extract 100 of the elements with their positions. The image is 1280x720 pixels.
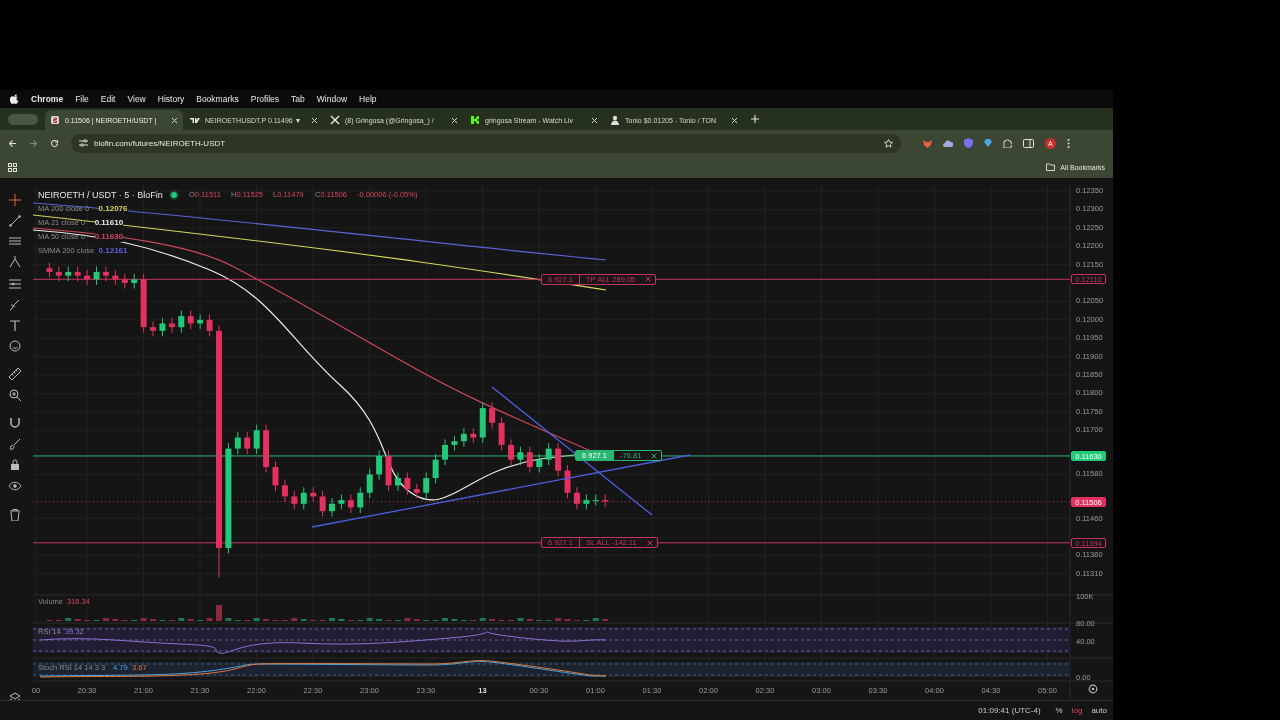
cloud-icon[interactable] (943, 139, 953, 147)
candle (234, 431, 241, 455)
candle (404, 472, 411, 496)
candle (206, 313, 213, 337)
smiley-icon[interactable] (9, 340, 21, 352)
candle (291, 490, 298, 510)
candle (244, 431, 251, 455)
lines-tool-icon[interactable] (9, 278, 21, 290)
candle (602, 494, 609, 508)
candle (564, 464, 571, 499)
line-tool-icon[interactable] (9, 215, 21, 227)
candle (338, 494, 345, 510)
menu-item[interactable]: History (157, 94, 185, 104)
candle (263, 424, 270, 473)
side-panel-icon[interactable] (1023, 138, 1034, 148)
close-icon[interactable] (651, 452, 658, 459)
apple-icon[interactable] (10, 94, 19, 104)
candle (121, 273, 128, 289)
candle (112, 269, 119, 286)
candle (102, 265, 109, 282)
shield-icon[interactable] (964, 138, 973, 148)
candle (140, 273, 147, 334)
candle (451, 435, 458, 451)
trash-icon[interactable] (9, 509, 21, 521)
candle (55, 265, 62, 282)
site-settings-icon[interactable] (79, 139, 88, 147)
ruler-icon[interactable] (9, 368, 21, 380)
clock-time: 01:09:41 (UTC-4) (978, 706, 1041, 715)
more-icon[interactable] (1067, 138, 1070, 148)
indicator-value: 0.11630 (94, 232, 124, 242)
candle (281, 479, 288, 503)
candle (479, 402, 486, 444)
lock-icon[interactable] (9, 459, 21, 471)
scale-option[interactable]: log (1071, 706, 1083, 715)
menu-item[interactable]: View (127, 94, 146, 104)
candle (74, 265, 81, 282)
fox-icon[interactable] (923, 138, 932, 148)
candle (394, 472, 401, 492)
app-menu[interactable]: Chrome (31, 94, 64, 104)
candle (84, 269, 91, 286)
candle (159, 317, 166, 337)
menu-item[interactable]: Edit (100, 94, 116, 104)
candle (366, 468, 373, 499)
candle (555, 442, 562, 477)
reload-icon[interactable] (50, 138, 59, 148)
diamond-icon[interactable] (984, 139, 992, 147)
square-logo-icon (50, 115, 60, 125)
menu-item[interactable]: Bookmarks (196, 94, 239, 104)
candle (300, 486, 307, 510)
candle (460, 427, 467, 448)
x-logo-icon (330, 115, 340, 125)
apps-grid-icon[interactable] (8, 162, 17, 172)
candle (413, 483, 420, 499)
candle (65, 265, 72, 282)
candle (347, 494, 354, 514)
back-arrow-icon[interactable] (8, 138, 17, 148)
menu-item[interactable]: Tab (291, 94, 305, 104)
candle (168, 317, 175, 334)
candle (517, 446, 524, 466)
candle (442, 438, 449, 466)
tv-logo-icon (190, 115, 200, 125)
figure-logo-icon (610, 115, 620, 125)
candle (470, 427, 477, 444)
pen-icon[interactable] (9, 299, 21, 311)
candle (376, 449, 383, 481)
candle (423, 472, 430, 499)
menu-item[interactable]: Help (359, 94, 377, 104)
zoom-icon[interactable] (9, 389, 21, 401)
menu-item[interactable]: Profiles (250, 94, 280, 104)
candle (187, 310, 194, 330)
candle (93, 265, 100, 286)
menu-item[interactable]: File (75, 94, 89, 104)
candle (489, 402, 496, 429)
settings-icon[interactable] (1088, 684, 1098, 694)
plus-icon[interactable] (751, 115, 759, 123)
brush-icon[interactable] (9, 438, 21, 450)
candle (46, 262, 53, 278)
menu-item[interactable]: Window (316, 94, 348, 104)
scale-option[interactable]: % (1055, 706, 1063, 715)
candle (432, 453, 439, 485)
address-field[interactable]: blofin.com/futures/NEIROETH-USDT (71, 133, 901, 153)
indicator-value: 0.12076 (98, 204, 128, 214)
folder-icon (1046, 163, 1056, 171)
symbol-title: NEIROETH / USDT · 5 · BloFin (38, 190, 163, 200)
indicator-value: 0.11610 (94, 218, 124, 228)
puzzle-icon[interactable] (1003, 138, 1012, 148)
candle (526, 446, 533, 473)
candle (385, 449, 392, 492)
candle (150, 321, 157, 337)
menu-icon[interactable] (9, 235, 21, 247)
star-icon[interactable] (884, 138, 893, 148)
magnet-icon[interactable] (9, 417, 21, 429)
eye-icon[interactable] (9, 480, 21, 492)
scale-option[interactable]: auto (1091, 706, 1107, 715)
text-tool-icon[interactable] (9, 320, 21, 332)
forward-arrow-icon[interactable] (29, 138, 38, 148)
candle (272, 461, 279, 492)
node-tool-icon[interactable] (9, 256, 21, 268)
crosshair-icon[interactable] (9, 194, 21, 206)
indicator-value: 0.12161 (98, 246, 128, 256)
